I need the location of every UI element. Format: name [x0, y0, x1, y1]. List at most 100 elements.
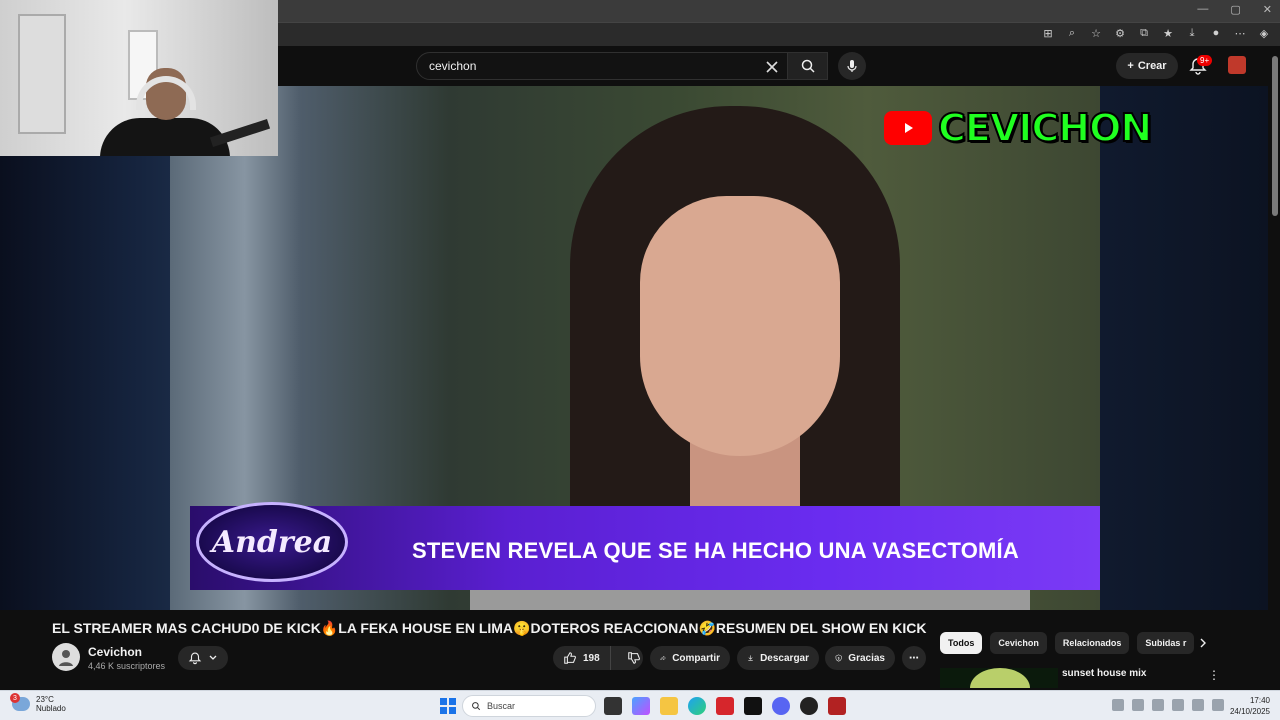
steam-icon[interactable] — [800, 697, 818, 715]
windows-taskbar: 3 23°C Nublado Buscar 17:40 24/10/2025 — [0, 690, 1280, 720]
system-tray — [1112, 699, 1224, 711]
dislike-button[interactable] — [617, 651, 651, 665]
show-logo-text: Andrea — [211, 524, 333, 560]
like-button[interactable]: 198 — [553, 646, 611, 670]
cloud-icon: 3 — [10, 693, 30, 711]
audio-app-icon[interactable] — [744, 697, 762, 715]
channel-name[interactable]: Cevichon — [88, 645, 142, 659]
grid-icon[interactable]: ⊞ — [1040, 25, 1056, 41]
show-logo: Andrea — [196, 502, 348, 582]
discord-icon[interactable] — [772, 697, 790, 715]
copilot-icon[interactable]: ⧉ — [1136, 25, 1152, 41]
edge-browser-icon[interactable] — [688, 697, 706, 715]
red-app-icon[interactable] — [716, 697, 734, 715]
thanks-label: Gracias — [848, 652, 885, 664]
taskbar-search-icon — [472, 702, 481, 711]
channel-avatar-icon — [59, 650, 73, 666]
tray-mic-icon[interactable] — [1172, 699, 1184, 711]
file-explorer-icon[interactable] — [660, 697, 678, 715]
channel-avatar[interactable] — [52, 643, 80, 671]
channel-watermark: CEVICHON — [884, 105, 1153, 151]
microphone-icon — [847, 60, 857, 72]
recommendation-title[interactable]: sunset house mix — [1062, 668, 1146, 679]
create-label: Crear — [1137, 60, 1167, 72]
zoom-icon[interactable]: ⌕ — [1064, 25, 1080, 41]
download-arrow-icon — [748, 655, 753, 661]
filter-chip-related[interactable]: Relacionados — [1054, 632, 1130, 654]
filter-chip-all[interactable]: Todos — [940, 632, 983, 654]
search-button[interactable] — [787, 53, 827, 79]
weather-condition: Nublado — [36, 704, 66, 713]
filter-chip-uploads[interactable]: Subidas r — [1137, 632, 1195, 654]
banner-headline: STEVEN REVELA QUE SE HA HECHO UNA VASECT… — [412, 538, 1019, 563]
thanks-button[interactable]: $ Gracias — [825, 646, 895, 670]
webcam-door — [18, 14, 66, 134]
taskbar-clock[interactable]: 17:40 24/10/2025 — [1226, 695, 1270, 717]
recommendation-menu-icon[interactable]: ⋮ — [1208, 668, 1220, 682]
tray-chevron-icon[interactable] — [1112, 699, 1124, 711]
tray-app-icon[interactable] — [1132, 699, 1144, 711]
clock-date: 24/10/2025 — [1229, 707, 1270, 716]
thumbs-up-icon — [564, 652, 576, 664]
chevron-down-icon — [209, 655, 217, 660]
more-horizontal-icon: ⋯ — [909, 652, 919, 664]
download-label: Descargar — [760, 652, 809, 664]
profile-icon[interactable]: ● — [1208, 25, 1224, 41]
favorite-star-icon[interactable]: ☆ — [1088, 25, 1104, 41]
extensions-icon[interactable]: ⚙ — [1112, 25, 1128, 41]
super-thanks-icon: $ — [835, 654, 842, 662]
search-box[interactable]: cevichon — [416, 52, 828, 80]
video-player[interactable]: Andrea STEVEN REVELA QUE SE HA HECHO UNA… — [0, 86, 1268, 610]
video-side-blur-left — [0, 86, 190, 610]
tray-display-icon[interactable] — [1192, 699, 1204, 711]
favorites-icon[interactable]: ★ — [1160, 25, 1176, 41]
share-label: Compartir — [672, 652, 720, 664]
svg-text:$: $ — [838, 656, 840, 660]
weather-alert-badge: 3 — [10, 693, 20, 703]
dota-icon[interactable] — [828, 697, 846, 715]
maximize-icon[interactable]: ▢ — [1230, 3, 1240, 16]
share-button[interactable]: Compartir — [650, 646, 730, 670]
user-avatar[interactable] — [1228, 56, 1246, 74]
youtube-logo-icon — [884, 111, 932, 145]
more-actions-button[interactable]: ⋯ — [902, 646, 926, 670]
thumbs-down-icon — [627, 652, 640, 664]
window-controls: — ▢ ✕ — [1197, 3, 1272, 16]
edge-copilot-icon[interactable]: ◈ — [1256, 25, 1272, 41]
filter-chip-channel[interactable]: Cevichon — [990, 632, 1047, 654]
create-button[interactable]: + Crear — [1116, 53, 1178, 79]
recommendation-thumbnail[interactable] — [940, 668, 1058, 688]
video-title: EL STREAMER MAS CACHUD0 DE KICK🔥LA FEKA … — [52, 620, 927, 636]
person-face — [640, 196, 840, 456]
copilot-app-icon[interactable] — [632, 697, 650, 715]
minimize-icon[interactable]: — — [1197, 3, 1208, 16]
search-icon — [801, 59, 815, 73]
voice-search-button[interactable] — [838, 52, 866, 80]
download-button[interactable]: Descargar — [737, 646, 819, 670]
tray-network-icon[interactable] — [1152, 699, 1164, 711]
clear-search-icon[interactable] — [761, 56, 783, 78]
webcam-overlay — [0, 0, 278, 156]
recommendation-filters: Todos Cevichon Relacionados Subidas r — [940, 632, 1195, 654]
search-input[interactable]: cevichon — [429, 59, 476, 73]
chevron-right-icon[interactable] — [1196, 636, 1210, 650]
taskbar-apps — [604, 697, 846, 715]
taskbar-search-placeholder: Buscar — [487, 701, 516, 711]
subscription-bell-button[interactable] — [178, 646, 228, 670]
weather-widget[interactable]: 3 23°C Nublado — [10, 693, 66, 713]
page-scrollbar[interactable] — [1272, 56, 1278, 216]
clock-time: 17:40 — [1249, 696, 1270, 705]
task-view-icon[interactable] — [604, 697, 622, 715]
taskbar-search[interactable]: Buscar — [462, 695, 596, 717]
subscriber-count: 4,46 K suscriptores — [88, 661, 166, 671]
notification-badge: 9+ — [1197, 55, 1213, 66]
weather-temp: 23°C — [36, 695, 54, 704]
video-side-blur-right — [1100, 86, 1268, 610]
like-count: 198 — [583, 652, 600, 664]
tray-volume-icon[interactable] — [1212, 699, 1224, 711]
browser-menu-icon[interactable]: ⋯ — [1232, 25, 1248, 41]
close-window-icon[interactable]: ✕ — [1263, 3, 1272, 16]
browser-toolbar-icons: ⊞ ⌕ ☆ ⚙ ⧉ ★ ⤓ ● ⋯ ◈ — [1040, 25, 1272, 41]
download-icon[interactable]: ⤓ — [1184, 25, 1200, 41]
windows-start-icon[interactable] — [440, 698, 456, 714]
